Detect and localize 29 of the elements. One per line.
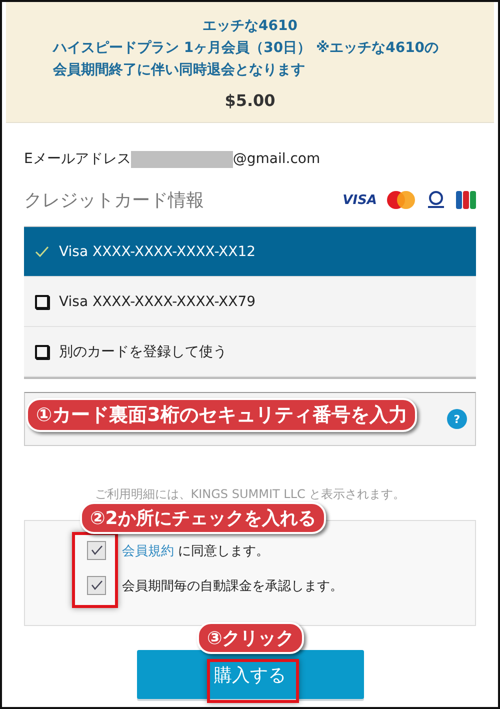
card-option[interactable]: 別のカードを登録して使う xyxy=(24,327,476,377)
billing-notice: ご利用明細には、KINGS SUMMIT LLC と表示されます。 xyxy=(94,486,406,503)
consent-text: 会員期間毎の自動課金を承認します。 xyxy=(122,578,343,594)
email-label: Eメールアドレス xyxy=(24,150,131,168)
check-icon xyxy=(90,545,102,556)
check-icon xyxy=(35,246,49,258)
email-domain: @gmail.com xyxy=(232,151,320,167)
checkbox[interactable] xyxy=(87,576,106,595)
help-icon[interactable]: ? xyxy=(447,409,467,429)
plan-description: ハイスピードプラン 1ヶ月会員（30日） ※エッチな4610の会員期間終了に伴い同時退会となります xyxy=(53,38,440,80)
plan-price: $5.00 xyxy=(224,90,276,110)
annotation-label: ②2か所にチェックを入れる xyxy=(80,502,326,534)
annotation-label: ③クリック xyxy=(197,622,304,654)
card-option[interactable]: Visa XXXX-XXXX-XXXX-XX12 xyxy=(24,227,476,277)
terms-link[interactable]: 会員規約 xyxy=(122,544,174,558)
checkbox-icon xyxy=(35,294,49,308)
visa-logo: VISA xyxy=(342,192,377,208)
two-circles-card-icon xyxy=(386,190,416,210)
purchase-button[interactable]: 購入する xyxy=(136,650,364,699)
plan-title: エッチな4610 xyxy=(202,16,298,36)
consent-text: 会員規約 に同意します。 xyxy=(122,542,270,560)
striped-card-icon xyxy=(456,190,476,210)
check-icon xyxy=(90,580,102,591)
card-option[interactable]: Visa XXXX-XXXX-XXXX-XX79 xyxy=(24,277,476,327)
checkbox-icon xyxy=(35,344,49,358)
checkbox[interactable] xyxy=(87,541,106,560)
ring-card-icon xyxy=(425,190,447,210)
card-section-title: クレジットカード情報 xyxy=(24,189,204,212)
annotation-label: ①カード裏面3桁のセキュリティ番号を入力 xyxy=(26,398,418,432)
